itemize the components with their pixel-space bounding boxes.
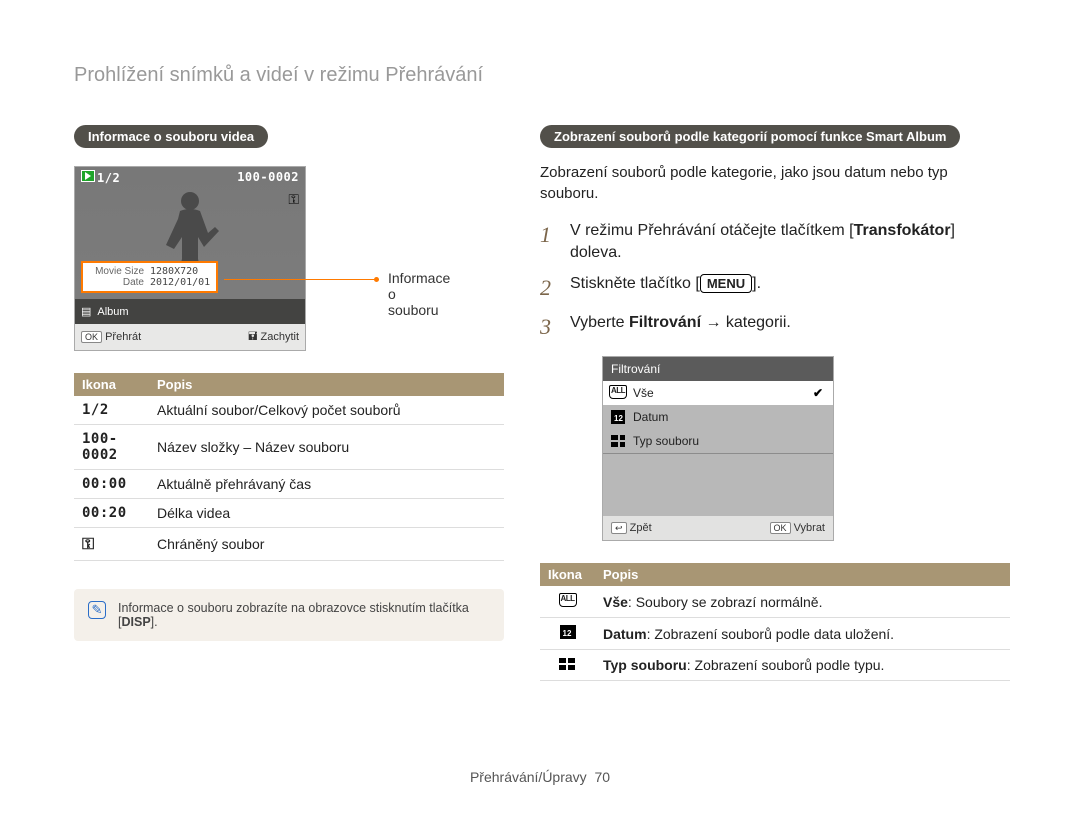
filter-menu-screenshot: Filtrování ALL Vše ✔ Datum Typ souboru ↩… <box>602 356 834 541</box>
filetype-icon <box>559 658 577 670</box>
table-row: ALLVše: Soubory se zobrazí normálně. <box>540 586 1010 618</box>
table-row: 1/2Aktuální soubor/Celkový počet souborů <box>74 396 504 425</box>
page-footer: Přehrávání/Úpravy 70 <box>0 769 1080 785</box>
back-icon: ↩ <box>611 522 627 534</box>
filter-icon-table: IkonaPopis ALLVše: Soubory se zobrazí no… <box>540 563 1010 681</box>
play-label: Přehrát <box>105 331 141 343</box>
table-row: 00:00Aktuálně přehrávaný čas <box>74 470 504 499</box>
menu-title: Filtrování <box>603 357 833 381</box>
table-row: Typ souboru: Zobrazení souborů podle typ… <box>540 650 1010 681</box>
play-icon <box>81 170 95 182</box>
all-icon: ALL <box>559 593 577 610</box>
note-icon: ✎ <box>88 601 106 619</box>
lock-icon: ⚿ <box>288 191 299 208</box>
info-note: ✎ Informace o souboru zobrazíte na obraz… <box>74 589 504 641</box>
table-row: 100-0002Název složky – Název souboru <box>74 425 504 470</box>
callout-file-info: Informace o souboru <box>388 270 450 318</box>
menu-button-icon: MENU <box>700 274 752 293</box>
menu-option-date: Datum <box>603 405 833 429</box>
capture-label: Zachytit <box>260 331 299 343</box>
step-3: 3 Vyberte Filtrování → kategorii. <box>540 312 1010 343</box>
table-row: Datum: Zobrazení souborů podle data ulož… <box>540 618 1010 650</box>
page-title: Prohlížení snímků a videí v režimu Přehr… <box>74 64 483 87</box>
table-row: 00:20Délka videa <box>74 499 504 528</box>
step-1: 1 V režimu Přehrávání otáčejte tlačítkem… <box>540 220 1010 265</box>
key-icon: ⚿ <box>74 528 149 561</box>
file-counter: 1/2 <box>97 171 120 185</box>
step-2: 2 Stiskněte tlačítko [MENU]. <box>540 273 1010 304</box>
menu-option-all: ALL Vše ✔ <box>603 381 833 405</box>
video-info-screenshot: 1/2 100-0002 ⚿ Movie Size 1280X720 Date … <box>74 166 306 351</box>
icon-description-table: IkonaPopis 1/2Aktuální soubor/Celkový po… <box>74 373 504 561</box>
check-icon: ✔ <box>813 386 823 400</box>
section-heading-video-info: Informace o souboru videa <box>74 125 268 148</box>
album-bar: ▤ Album <box>75 299 305 324</box>
calendar-icon <box>560 625 576 639</box>
table-row: ⚿Chráněný soubor <box>74 528 504 561</box>
ok-icon: OK <box>770 522 791 534</box>
ok-button-icon: OK <box>81 331 102 343</box>
grid-icon: ▤ <box>81 305 91 318</box>
folder-file-number: 100-0002 <box>237 170 299 185</box>
menu-option-type: Typ souboru <box>603 429 833 453</box>
intro-text: Zobrazení souborů podle kategorie, jako … <box>540 162 1010 204</box>
file-info-overlay: Movie Size 1280X720 Date 2012/01/01 <box>81 261 218 293</box>
capture-icon: 🖬 <box>248 331 257 343</box>
section-heading-smart-album: Zobrazení souborů podle kategorií pomocí… <box>540 125 960 148</box>
